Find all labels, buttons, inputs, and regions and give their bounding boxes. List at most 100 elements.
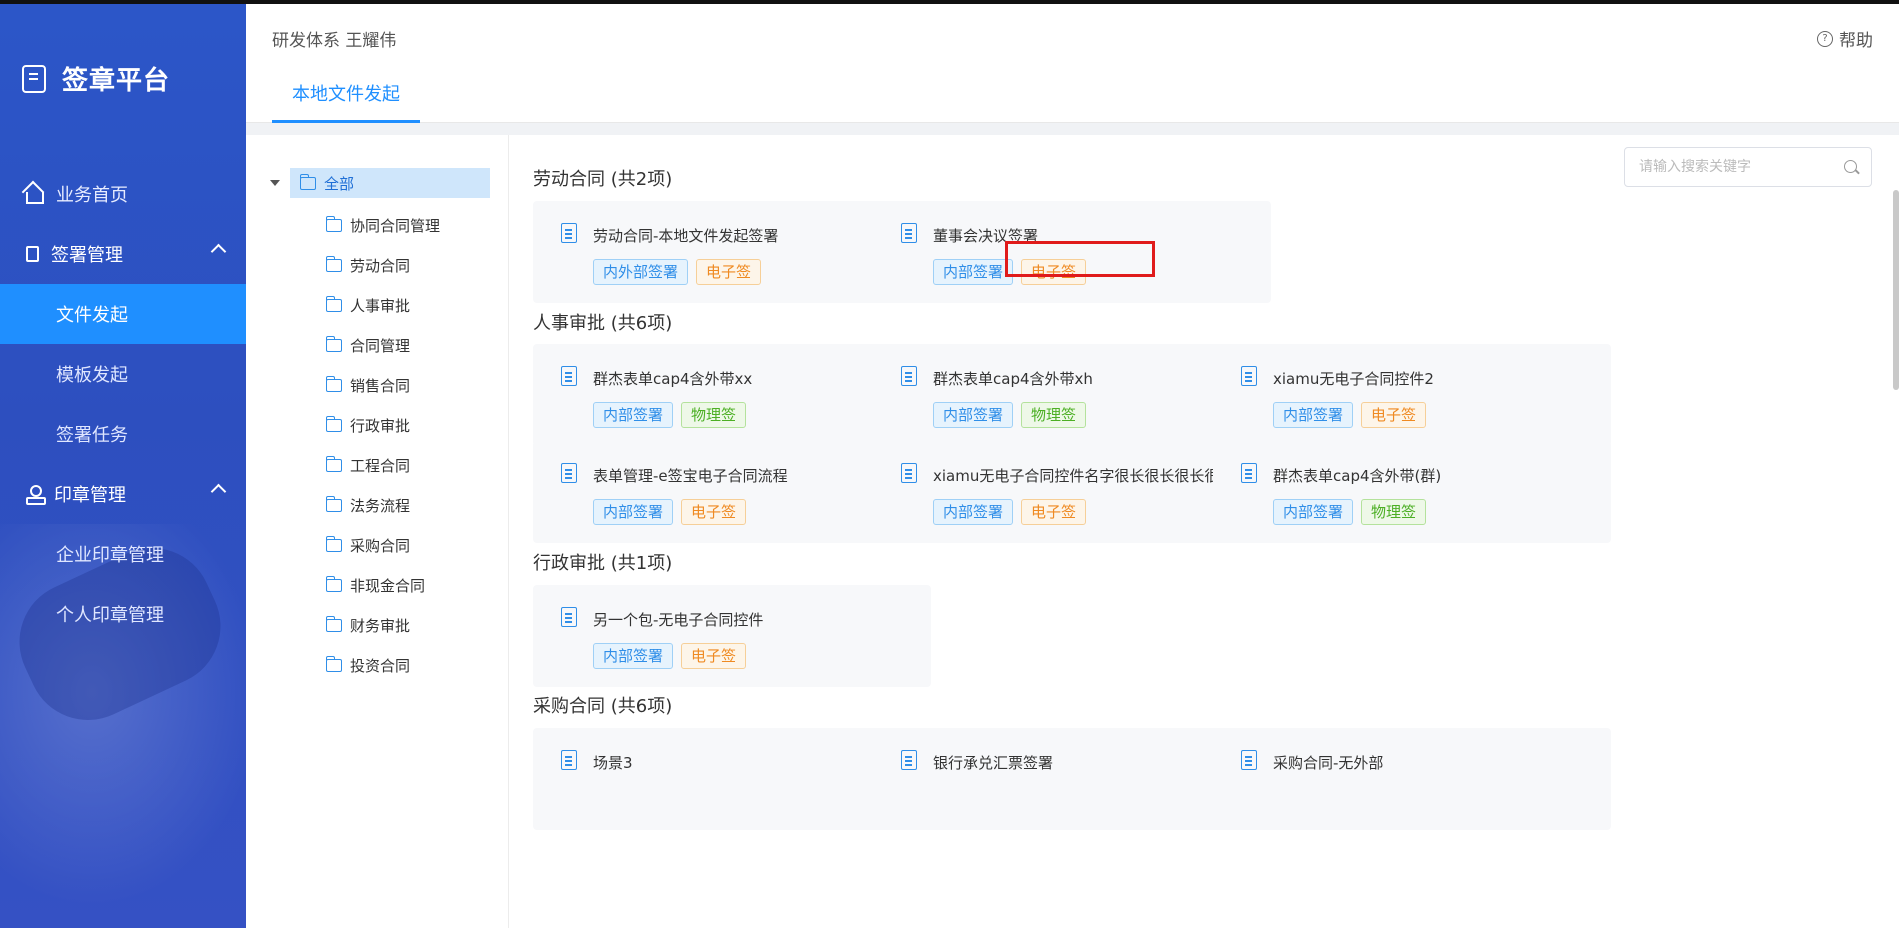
sidebar-nav: 业务首页 签署管理 文件发起 模板发起 签署任务 印章管理 企业印章管理 个人印… [0,164,246,644]
tree-node[interactable]: 投资合同 [326,645,440,685]
section-title: 人事审批 (共6项) [533,313,673,334]
nav-item-template-launch[interactable]: 模板发起 [0,344,246,404]
tag-badge: 电子签 [1021,499,1087,525]
nav-item-sign-task[interactable]: 签署任务 [0,404,246,464]
tag-badge: 内外部签署 [593,259,689,285]
highlight-box [1005,241,1155,277]
question-icon: ? [1817,30,1833,47]
tree-node-label: 行政审批 [350,416,411,435]
document-icon [901,223,917,243]
tag-badge: 电子签 [681,499,747,525]
tree-node-label: 工程合同 [350,456,411,475]
sidebar: 签章平台 业务首页 签署管理 文件发起 模板发起 签署任务 印章管理 企业印章管… [0,4,246,928]
tab-local-file-launch[interactable]: 本地文件发起 [272,70,420,123]
template-card[interactable]: 劳动合同-本地文件发起签署 内外部签署 电子签 [533,201,931,303]
template-card[interactable]: xiamu无电子合同控件2 内部签署 电子签 [1213,344,1611,446]
tree-node[interactable]: 人事审批 [326,285,440,325]
tab-bar: 本地文件发起 [246,70,1899,123]
tree-node-all[interactable]: 全部 [290,168,490,198]
tag-badge: 内部签署 [933,402,1014,428]
folder-icon [300,173,316,190]
tree-node[interactable]: 法务流程 [326,485,440,525]
document-icon [561,223,577,243]
tree-children: 协同合同管理 劳动合同人事审批合同管理销售合同行政审批工程合同法务流程采购合同非现… [326,205,440,685]
breadcrumb: 研发体系 王耀伟 [272,31,397,51]
nav-item-personal-seal[interactable]: 个人印章管理 [0,584,246,644]
nav-item-label: 业务首页 [56,185,128,206]
tree-node-label: 协同合同管理 [350,216,441,235]
tag-list: 内部签署 电子签 [593,643,747,669]
help-link[interactable]: ? 帮助 [1817,26,1873,51]
tree-node[interactable]: 采购合同 [326,525,440,565]
scrollbar-thumb[interactable] [1893,190,1899,390]
tag-badge: 电子签 [681,643,747,669]
template-card[interactable]: xiamu无电子合同控件名字很长很长很长很长很长 内部签署 电子签 [873,441,1271,543]
tree-node-label: 采购合同 [350,536,411,555]
search-input[interactable]: 请输入搜索关键字 [1624,147,1872,187]
template-card[interactable]: 群杰表单cap4含外带xx 内部签署 物理签 [533,344,931,446]
brand-title: 签章平台 [62,66,171,96]
document-icon [561,750,577,770]
template-card[interactable]: 银行承兑汇票签署 [873,728,1271,830]
nav-group-sign-mgmt[interactable]: 签署管理 [0,224,246,284]
document-icon [901,750,917,770]
document-icon [561,463,577,483]
template-card[interactable]: 场景3 [533,728,931,830]
tree-node[interactable]: 协同合同管理 [326,205,440,245]
template-name: 群杰表单cap4含外带(群) [1273,467,1442,485]
search-placeholder: 请输入搜索关键字 [1639,159,1751,175]
document-icon [1241,463,1257,483]
tree-node[interactable]: 劳动合同 [326,245,440,285]
template-name: 银行承兑汇票签署 [933,754,1054,772]
tree-node[interactable]: 财务审批 [326,605,440,645]
tag-badge: 内部签署 [1273,499,1354,525]
template-card[interactable]: 另一个包-无电子合同控件 内部签署 电子签 [533,585,931,687]
tree-node-label: 合同管理 [350,336,411,355]
platform-logo-icon [22,64,46,93]
folder-icon [326,335,342,352]
tag-badge: 内部签署 [593,643,674,669]
template-card[interactable]: 表单管理-e签宝电子合同流程内部签署 电子签 [533,441,931,543]
document-icon [1241,750,1257,770]
tag-badge: 物理签 [681,402,747,428]
home-icon [26,192,44,204]
tree-node-label: 销售合同 [350,376,411,395]
template-card[interactable]: 采购合同-无外部 [1213,728,1611,830]
tag-badge: 内部签署 [593,402,674,428]
document-icon [901,366,917,386]
nav-item-file-launch[interactable]: 文件发起 [0,284,246,344]
folder-icon [326,615,342,632]
template-name: 表单管理-e签宝电子合同流程 [593,467,788,485]
nav-item-enterprise-seal[interactable]: 企业印章管理 [0,524,246,584]
search-icon[interactable] [1844,160,1857,173]
nav-group-seal-mgmt[interactable]: 印章管理 [0,464,246,524]
category-tree: 全部 协同合同管理 劳动合同人事审批合同管理销售合同行政审批工程合同法务流程采购合… [246,135,509,928]
folder-icon [326,575,342,592]
tree-node[interactable]: 行政审批 [326,405,440,445]
tree-node[interactable]: 工程合同 [326,445,440,485]
template-name: 群杰表单cap4含外带xh [933,370,1093,388]
help-label: 帮助 [1839,31,1873,51]
template-card[interactable]: 群杰表单cap4含外带xh 内部签署 物理签 [873,344,1271,446]
tree-node-label: 投资合同 [350,656,411,675]
document-icon [1241,366,1257,386]
folder-icon [326,535,342,552]
folder-icon [326,295,342,312]
template-name: xiamu无电子合同控件2 [1273,370,1434,388]
caret-down-icon[interactable] [270,180,280,186]
divider-band [246,123,1899,135]
tree-node[interactable]: 非现金合同 [326,565,440,605]
tree-node[interactable]: 合同管理 [326,325,440,365]
template-list: 请输入搜索关键字 劳动合同 (共2项) 劳动合同-本地文件发起签署 内外部签署 电子签… [509,135,1899,928]
template-card[interactable]: 群杰表单cap4含外带(群) 内部签署 物理签 [1213,441,1611,543]
folder-icon [326,415,342,432]
tree-node[interactable]: 销售合同 [326,365,440,405]
section-title: 行政审批 (共1项) [533,553,673,574]
nav-item-home[interactable]: 业务首页 [0,164,246,224]
tag-badge: 物理签 [1021,402,1087,428]
top-header: 研发体系 王耀伟 ? 帮助 [246,4,1899,71]
tag-badge: 内部签署 [593,499,674,525]
stamp-icon [26,485,46,505]
tree-node-label: 劳动合同 [350,256,411,275]
tag-badge: 物理签 [1361,499,1427,525]
